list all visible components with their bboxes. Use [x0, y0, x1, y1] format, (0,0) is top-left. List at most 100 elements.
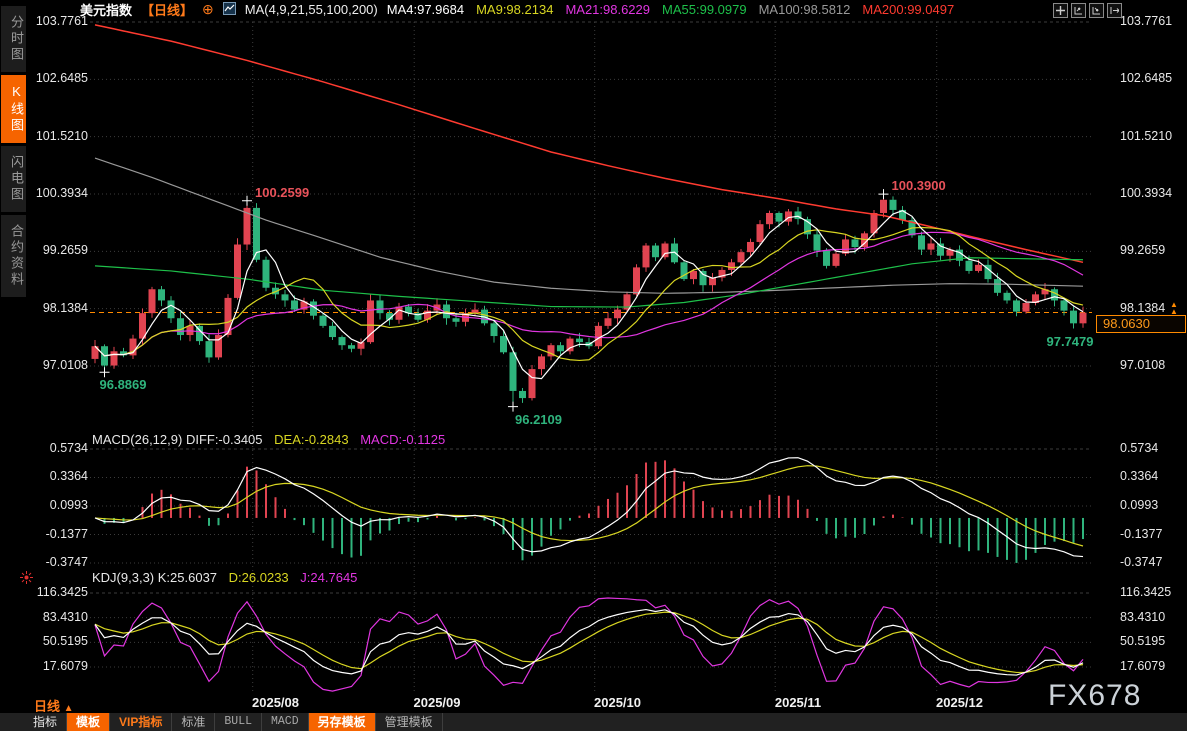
add-indicator-icon[interactable]: ⊕: [202, 1, 214, 18]
candle: [642, 245, 650, 268]
period-tag[interactable]: 【日线】: [141, 0, 193, 19]
kdj-j-value: J:24.7645: [300, 570, 358, 585]
candle: [205, 341, 213, 358]
candle: [538, 356, 545, 370]
trading-app-window: 分时图 K线图闪电图合约资料 美元指数 【日线】 ⊕ MA(4,9,21,55,1…: [0, 0, 1187, 731]
candle: [965, 260, 973, 271]
toolbar-tab-另存模板[interactable]: 另存模板: [308, 713, 376, 731]
ma100-line: [94, 157, 1084, 294]
candle: [519, 390, 526, 399]
candle: [652, 245, 659, 258]
ma-values: MA4:97.9684 MA9:98.2134 MA21:98.6229 MA55:9…: [387, 2, 954, 17]
candle: [262, 259, 270, 288]
candle: [348, 345, 355, 349]
candle: [756, 224, 764, 242]
sidebar-item-2[interactable]: 闪电图: [1, 146, 26, 212]
candle: [1013, 300, 1020, 312]
candle: [1060, 300, 1068, 311]
macd-params: MACD(26,12,9): [92, 432, 183, 447]
candle: [633, 267, 640, 295]
ma-value-1: MA9:98.2134: [476, 2, 554, 17]
candle: [291, 300, 298, 310]
sidebar-item-3[interactable]: 合约资料: [1, 215, 26, 297]
candle: [234, 244, 241, 298]
kdj-params: KDJ(9,3,3): [92, 570, 155, 585]
candle: [557, 345, 564, 352]
chart-style-icon[interactable]: [222, 1, 236, 18]
candle: [604, 318, 612, 326]
price-up-arrows-icon: ▲ ▲: [1170, 300, 1178, 316]
toolbar-tab-模板[interactable]: 模板: [67, 713, 111, 731]
kdj-d-value: D:26.0233: [228, 570, 289, 585]
ma-value-3: MA55:99.0979: [662, 2, 747, 17]
kdj-header[interactable]: KDJ(9,3,3) K:25.6037 D:26.0233 J:24.7645: [92, 570, 357, 585]
move-crosshair-icon[interactable]: [1053, 3, 1068, 18]
candle: [614, 309, 621, 319]
toolbar-tab-VIP指标[interactable]: VIP指标: [110, 713, 173, 731]
ma55-line: [94, 257, 1084, 308]
candle: [737, 252, 745, 263]
candle: [167, 300, 175, 319]
candle: [376, 300, 384, 314]
candle: [775, 212, 783, 222]
candle: [1070, 310, 1077, 324]
candle: [329, 325, 336, 338]
scale-axis-left-icon[interactable]: [1071, 3, 1086, 18]
candle: [576, 338, 583, 343]
extreme-cross-marker: [508, 401, 518, 412]
candle: [452, 318, 460, 322]
candle: [766, 212, 773, 225]
candle: [661, 243, 669, 258]
ma-value-2: MA21:98.6229: [565, 2, 651, 17]
chart-canvas[interactable]: [0, 0, 1187, 731]
candle: [509, 352, 517, 391]
macd-diff-line: [94, 457, 1084, 558]
toolbar-tab-管理模板[interactable]: 管理模板: [376, 713, 443, 731]
toolbar-tab-指标[interactable]: 指标: [24, 713, 68, 731]
candle: [528, 369, 536, 399]
macd-layer: [94, 457, 1084, 563]
chart-tools: [1053, 3, 1122, 18]
ma4-line: [94, 210, 1084, 380]
extreme-cross-marker: [878, 189, 889, 200]
candle: [994, 279, 1001, 293]
ma-settings-label[interactable]: MA(4,9,21,55,100,200): [245, 2, 378, 17]
top-bar: 美元指数 【日线】 ⊕ MA(4,9,21,55,100,200) MA4:97…: [80, 1, 954, 18]
toolbar-tab-标准[interactable]: 标准: [172, 713, 216, 731]
candle: [319, 315, 327, 326]
candle: [148, 289, 156, 314]
indicator-marker-icon[interactable]: [20, 571, 33, 589]
candle: [851, 239, 859, 248]
symbol-title: 美元指数: [80, 3, 133, 18]
candle: [158, 289, 165, 301]
candle: [927, 243, 935, 250]
candle: [918, 235, 925, 250]
bottom-toolbar: 指标 模板 VIP指标 标准 BULL MACD 另存模板 管理模板: [0, 712, 1187, 731]
macd-header[interactable]: MACD(26,12,9) DIFF:-0.3405 DEA:-0.2843 M…: [92, 432, 445, 447]
current-price-box[interactable]: 98.0630: [1096, 315, 1186, 333]
sidebar-item-0[interactable]: 分时图: [1, 6, 26, 72]
scale-axis-right-icon[interactable]: [1089, 3, 1104, 18]
ma200-line: [94, 24, 1084, 264]
extreme-cross-marker: [99, 367, 110, 378]
candle: [699, 270, 707, 286]
candle: [177, 318, 184, 336]
candle: [1022, 302, 1030, 312]
candle: [889, 199, 897, 210]
candle: [490, 323, 498, 337]
candles-layer: [91, 24, 1087, 407]
exit-fullscreen-icon[interactable]: [1107, 3, 1122, 18]
kdj-layer: [94, 597, 1084, 692]
candle: [1079, 312, 1087, 324]
candle: [880, 199, 887, 213]
candle: [110, 351, 118, 366]
extreme-cross-marker: [242, 195, 252, 206]
macd-diff-value: DIFF:-0.3405: [185, 432, 263, 447]
sidebar-item-1[interactable]: K线图: [1, 75, 26, 143]
left-sidebar: 分时图 K线图闪电图合约资料: [0, 0, 27, 297]
kdj-k-value: K:25.6037: [157, 570, 218, 585]
macd-dea-value: DEA:-0.2843: [274, 432, 349, 447]
toolbar-tab-MACD[interactable]: MACD: [262, 713, 309, 731]
toolbar-tab-BULL[interactable]: BULL: [215, 713, 262, 731]
candle: [690, 270, 697, 280]
